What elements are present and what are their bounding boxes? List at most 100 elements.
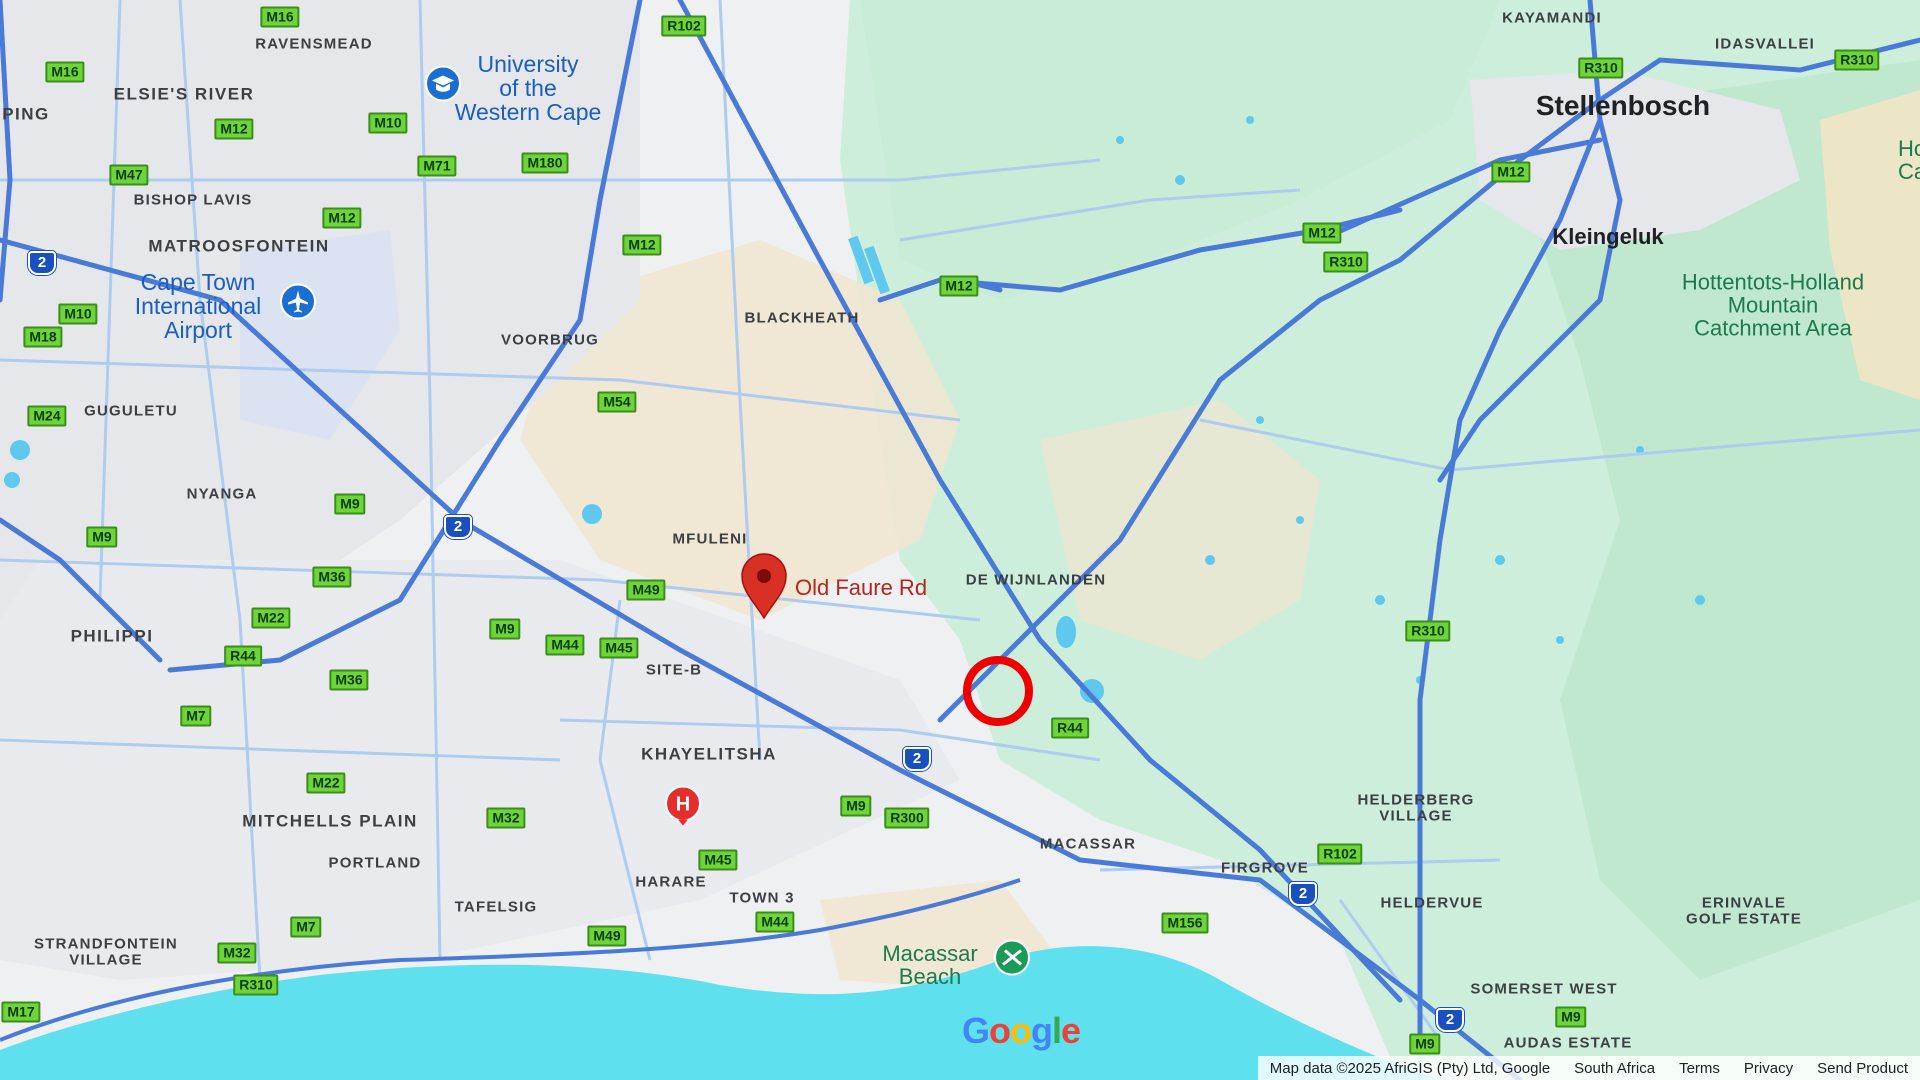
route-shield: M12	[939, 275, 979, 297]
airplane-icon[interactable]	[279, 283, 317, 326]
town-label-stellenbosch: Stellenbosch	[1535, 90, 1711, 121]
route-shield: M16	[45, 61, 85, 83]
route-shield: M54	[597, 391, 637, 413]
area-label-portland: PORTLAND	[328, 854, 422, 872]
route-shield: M16	[260, 6, 300, 28]
map-canvas[interactable]	[0, 0, 1920, 1080]
route-shield: M49	[626, 579, 666, 601]
graduation-cap-icon[interactable]	[424, 65, 462, 108]
route-shield: R310	[1323, 251, 1369, 273]
national-route-shield: 2	[1436, 1008, 1464, 1032]
area-label-kayamandi: KAYAMANDI	[1502, 9, 1602, 27]
route-shield: M22	[306, 772, 346, 794]
area-label-harare: HARARE	[635, 873, 707, 891]
route-shield: M7	[290, 916, 322, 938]
national-route-shield: 2	[903, 747, 931, 771]
area-label-ping: PING	[2, 104, 50, 124]
pin-label[interactable]: Old Faure Rd	[795, 577, 927, 599]
poi-label-hottentots[interactable]: Hottentots-Holland Mountain Catchment Ar…	[1682, 270, 1864, 339]
route-shield: M9	[1555, 1006, 1587, 1028]
area-label-macassar: MACASSAR	[1039, 835, 1137, 853]
route-shield: M71	[417, 155, 457, 177]
route-shield: M156	[1161, 912, 1209, 934]
route-shield: R102	[661, 15, 707, 37]
route-shield: M45	[698, 849, 738, 871]
route-shield: R310	[1405, 620, 1451, 642]
route-shield: M10	[368, 112, 408, 134]
route-shield: M180	[521, 152, 569, 174]
route-shield: R310	[1578, 57, 1624, 79]
route-shield: R102	[1317, 843, 1363, 865]
area-label-idasvallei: IDASVALLEI	[1714, 35, 1816, 53]
route-shield: M12	[1302, 222, 1342, 244]
route-shield: R44	[224, 645, 262, 667]
route-shield: M12	[1491, 161, 1531, 183]
route-shield: M9	[840, 795, 872, 817]
google-logo: Google	[962, 1010, 1081, 1051]
area-label-bishop-lavis: BISHOP LAVIS	[133, 191, 253, 209]
area-label-site-b: SITE-B	[645, 661, 703, 679]
attribution-bar: Map data ©2025 AfriGIS (Pty) Ltd, Google…	[1257, 1056, 1920, 1080]
poi-label-uwc[interactable]: University of the Western Cape	[455, 52, 602, 125]
route-shield: M12	[322, 207, 362, 229]
route-shield: R300	[884, 807, 930, 829]
svg-text:H: H	[676, 794, 690, 816]
area-label-somerset-west: SOMERSET WEST	[1470, 980, 1618, 998]
poi-label-macassar-beach[interactable]: Macassar Beach	[882, 942, 977, 988]
poi-label-airport[interactable]: Cape Town International Airport	[135, 270, 262, 343]
area-label-matroosfontein: MATROOSFONTEIN	[148, 236, 330, 256]
route-shield: M9	[489, 618, 521, 640]
route-shield: M24	[27, 405, 67, 427]
route-shield: M36	[312, 566, 352, 588]
area-label-de-wijnlanden: DE WIJNLANDEN	[965, 571, 1107, 589]
privacy-link[interactable]: Privacy	[1732, 1060, 1805, 1077]
area-label-voorbrug: VOORBRUG	[501, 331, 599, 349]
area-label-audas-estate: AUDAS ESTATE	[1503, 1034, 1633, 1052]
route-shield: M10	[58, 303, 98, 325]
national-route-shield: 2	[28, 251, 56, 275]
area-label-elsies-river: ELSIE'S RIVER	[113, 84, 255, 104]
route-shield: M12	[622, 234, 662, 256]
route-shield: M44	[545, 634, 585, 656]
map-data-attribution: Map data ©2025 AfriGIS (Pty) Ltd, Google	[1269, 1059, 1551, 1077]
area-label-khayelitsha: KHAYELITSHA	[641, 744, 777, 764]
route-shield: R310	[1834, 49, 1880, 71]
poi-label-hotte-partial[interactable]: Hotte Catc	[1898, 137, 1920, 183]
route-shield: M49	[587, 925, 627, 947]
area-label-mfuleni: MFULENI	[672, 530, 748, 548]
terms-link[interactable]: Terms	[1667, 1060, 1732, 1077]
send-feedback-link[interactable]: Send Product	[1805, 1060, 1920, 1077]
route-shield: M17	[1, 1001, 41, 1023]
route-shield: M9	[86, 526, 118, 548]
area-label-mitchells-plain: MITCHELLS PLAIN	[242, 811, 418, 831]
route-shield: M18	[23, 326, 63, 348]
route-shield: M22	[251, 607, 291, 629]
area-label-strandfontein: STRANDFONTEIN VILLAGE	[34, 935, 178, 968]
route-shield: R310	[233, 974, 279, 996]
route-shield: M9	[334, 493, 366, 515]
area-label-blackheath: BLACKHEATH	[744, 309, 860, 327]
route-shield: M12	[214, 118, 254, 140]
route-shield: M32	[217, 942, 257, 964]
route-shield: M9	[1409, 1033, 1441, 1055]
route-shield: M32	[486, 807, 526, 829]
area-label-town-3: TOWN 3	[729, 889, 795, 907]
area-label-philippi: PHILIPPI	[70, 626, 154, 646]
national-route-shield: 2	[444, 515, 472, 539]
route-shield: M47	[109, 164, 149, 186]
national-route-shield: 2	[1289, 882, 1317, 906]
area-label-tafelsig: TAFELSIG	[454, 898, 538, 916]
route-shield: M44	[755, 911, 795, 933]
area-label-firgrove: FIRGROVE	[1221, 859, 1309, 877]
area-label-ravensmead: RAVENSMEAD	[255, 35, 373, 53]
area-label-heldervue: HELDERVUE	[1380, 894, 1484, 912]
country-link[interactable]: South Africa	[1562, 1060, 1667, 1077]
route-shield: R44	[1051, 717, 1089, 739]
hospital-icon[interactable]: H	[664, 785, 702, 832]
route-shield: M45	[599, 637, 639, 659]
area-label-nyanga: NYANGA	[186, 485, 258, 503]
town-label-kleingeluk: Kleingeluk	[1552, 224, 1664, 249]
route-shield: M7	[180, 705, 212, 727]
area-label-erinvale: ERINVALE GOLF ESTATE	[1686, 894, 1802, 927]
beach-icon[interactable]	[993, 939, 1031, 982]
